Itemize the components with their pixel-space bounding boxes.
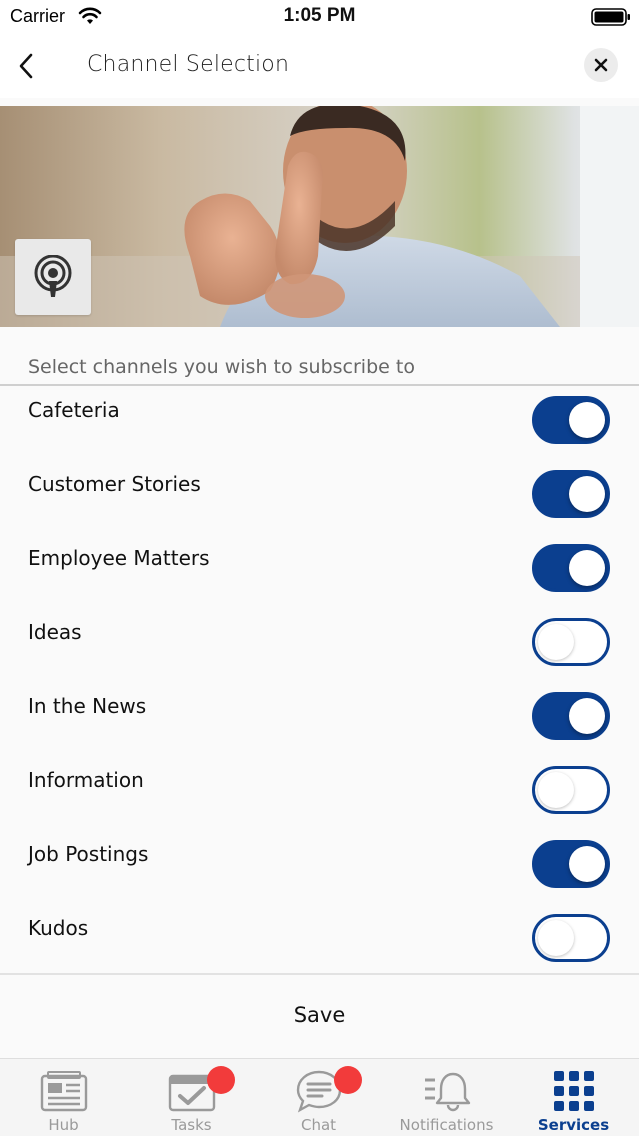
channel-row-kudos: Kudos	[0, 904, 639, 978]
toggle-knob	[569, 698, 605, 734]
newspaper-icon	[40, 1071, 87, 1112]
save-area: Save	[0, 975, 639, 1058]
toggle-knob	[538, 920, 574, 956]
tab-hub[interactable]: Hub	[0, 1059, 127, 1136]
tab-label: Notifications	[399, 1116, 494, 1134]
close-button[interactable]	[584, 48, 618, 82]
channel-row-information: Information	[0, 756, 639, 830]
tab-icon-wrap	[128, 1067, 255, 1115]
employee-matters-toggle[interactable]	[532, 544, 610, 592]
tab-label: Hub	[48, 1116, 79, 1134]
tasks-badge	[207, 1066, 235, 1094]
tab-icon-wrap	[255, 1067, 382, 1115]
toggle-knob	[538, 772, 574, 808]
hero-image	[0, 106, 639, 327]
toggle-knob	[538, 624, 574, 660]
channel-row-customer-stories: Customer Stories	[0, 460, 639, 534]
save-button[interactable]: Save	[0, 1003, 639, 1027]
clock: 1:05 PM	[283, 5, 356, 26]
channel-label: Job Postings	[28, 842, 149, 866]
tab-tasks[interactable]: Tasks	[128, 1059, 255, 1136]
channel-label: Information	[28, 768, 144, 792]
grid-icon	[553, 1071, 594, 1111]
tab-label: Services	[537, 1116, 610, 1134]
tab-notifications[interactable]: Notifications	[383, 1059, 510, 1136]
tab-icon-wrap	[0, 1067, 127, 1115]
channel-row-employee-matters: Employee Matters	[0, 534, 639, 608]
toggle-knob	[569, 402, 605, 438]
information-toggle[interactable]	[532, 766, 610, 814]
channel-row-cafeteria: Cafeteria	[0, 386, 639, 460]
channel-label: Cafeteria	[28, 398, 120, 422]
in-the-news-toggle[interactable]	[532, 692, 610, 740]
toggle-knob	[569, 550, 605, 586]
instructions-text: Select channels you wish to subscribe to	[28, 356, 415, 378]
customer-stories-toggle[interactable]	[532, 470, 610, 518]
tab-label: Chat	[300, 1116, 337, 1134]
battery-icon	[591, 8, 630, 26]
channel-row-in-the-news: In the News	[0, 682, 639, 756]
channel-row-ideas: Ideas	[0, 608, 639, 682]
chat-badge	[334, 1066, 362, 1094]
back-button[interactable]	[10, 48, 42, 84]
channel-label: In the News	[28, 694, 147, 718]
channel-logo	[15, 239, 91, 315]
channel-label: Employee Matters	[28, 546, 210, 570]
page-title: Channel Selection	[87, 52, 290, 77]
channel-label: Ideas	[28, 620, 82, 644]
channel-row-job-postings: Job Postings	[0, 830, 639, 904]
channel-label: Customer Stories	[28, 472, 201, 496]
status-bar: Carrier 1:05 PM	[0, 0, 639, 34]
hero-banner	[0, 106, 639, 327]
broadcast-icon	[34, 255, 72, 297]
tab-services[interactable]: Services	[510, 1059, 637, 1136]
tab-icon-wrap	[383, 1067, 510, 1115]
toggle-knob	[569, 476, 605, 512]
close-icon	[594, 58, 608, 72]
tab-label: Tasks	[171, 1116, 212, 1134]
tab-chat[interactable]: Chat	[255, 1059, 382, 1136]
channel-label: Kudos	[28, 916, 89, 940]
job-postings-toggle[interactable]	[532, 840, 610, 888]
cafeteria-toggle[interactable]	[532, 396, 610, 444]
bell-icon	[424, 1072, 470, 1112]
chevron-left-icon	[19, 53, 33, 79]
toggle-knob	[569, 846, 605, 882]
ideas-toggle[interactable]	[532, 618, 610, 666]
tab-bar: Hub Tasks Chat Notifications Services	[0, 1058, 639, 1136]
nav-header: Channel Selection	[0, 34, 639, 98]
tab-icon-wrap	[510, 1067, 637, 1115]
kudos-toggle[interactable]	[532, 914, 610, 962]
